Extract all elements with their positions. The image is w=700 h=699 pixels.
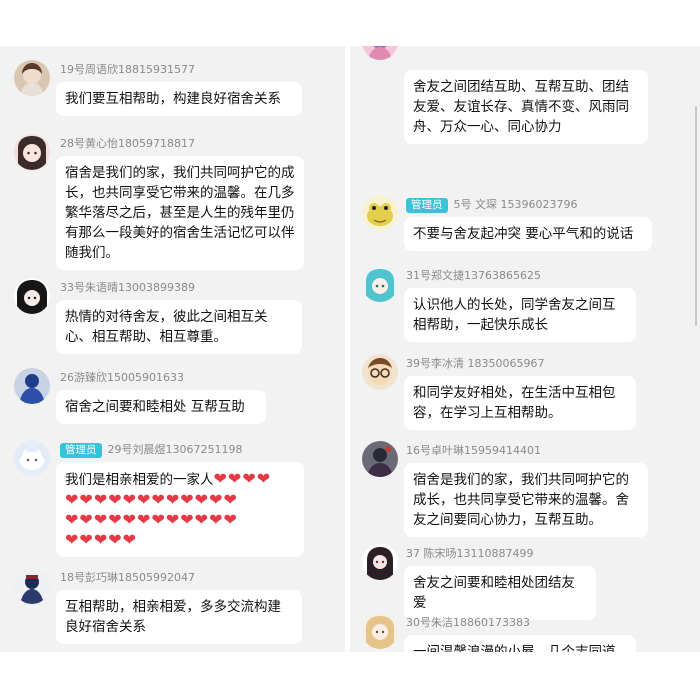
message-text: 和同学友好相处，在生活中互相包容，在学习上互相帮助。 <box>413 385 616 421</box>
message-meta: 18号彭巧琳18505992047 <box>60 570 195 586</box>
message-meta: 37 陈宋旸13110887499 <box>406 546 533 562</box>
message-bubble: 一间温馨浪漫的小屋，几个志同道合的人，组成了我们求学生活中珍贵的回忆 <box>404 635 636 652</box>
message-bubble: 宿舍之间要和睦相处 互帮互助 <box>56 390 266 424</box>
message-meta: 16号卓叶琳15959414401 <box>406 443 541 459</box>
message-text: 一间温馨浪漫的小屋，几个志同道合的人，组成了我们求学生活中珍贵的回忆 <box>413 644 616 652</box>
message-bubble: 舍友之间团结互助、互帮互助、团结友爱、友谊长存、真情不变、风雨同舟、万众一心、同… <box>404 70 648 144</box>
gothic-girl-avatar[interactable] <box>362 544 398 580</box>
message-bubble: 不要与舍友起冲突 要心平气和的说话 <box>404 217 652 251</box>
dark-hair-avatar[interactable] <box>14 278 50 314</box>
message-meta: 管理员 5号 文琛 15396023796 <box>406 197 577 213</box>
sender-name: 39号李冰清 18350065967 <box>406 357 545 370</box>
white-cat-avatar[interactable] <box>14 440 50 476</box>
message-text: 宿舍是我们的家，我们共同呵护它的成长，也共同享受它带来的温馨。在几多繁华落尽之后… <box>65 165 295 261</box>
message-bubble: 我们是相亲相爱的一家人❤❤❤❤ ❤❤❤❤❤❤❤❤❤❤❤❤ ❤❤❤❤❤❤❤❤❤❤❤… <box>56 462 304 557</box>
sender-name: 30号朱洁18860173383 <box>406 616 530 629</box>
message-meta: 19号周语欣18815931577 <box>60 62 195 78</box>
message-bubble: 舍友之间要和睦相处团结友爱 <box>404 566 596 620</box>
pink-avatar[interactable] <box>362 46 398 60</box>
sender-name: 19号周语欣18815931577 <box>60 63 195 76</box>
blue-figure-avatar[interactable] <box>14 368 50 404</box>
message-bubble: 我们要互相帮助，构建良好宿舍关系 <box>56 82 302 116</box>
right-chat-panel[interactable]: 舍友之间团结互助、互帮互助、团结友爱、友谊长存、真情不变、风雨同舟、万众一心、同… <box>350 46 700 652</box>
dark-photo-avatar[interactable] <box>362 441 398 477</box>
message-meta: 28号黄心怡18059718817 <box>60 136 195 152</box>
message-meta: 33号朱语晴13003899389 <box>60 280 195 296</box>
message-meta: 26游臻欣15005901633 <box>60 370 184 386</box>
chat-message: 39号李冰清 18350065967 和同学友好相处，在生活中互相包容，在学习上… <box>350 354 700 444</box>
chat-message: 18号彭巧琳18505992047 互相帮助，相亲相爱，多多交流构建良好宿舍关系 <box>0 568 345 652</box>
message-bubble: 宿舍是我们的家，我们共同呵护它的成长，也共同享受它带来的温馨。在几多繁华落尽之后… <box>56 156 304 270</box>
message-text: 我们要互相帮助，构建良好宿舍关系 <box>65 91 281 107</box>
message-text: 不要与舍友起冲突 要心平气和的说话 <box>413 226 634 242</box>
message-meta: 39号李冰清 18350065967 <box>406 356 544 372</box>
message-text: 认识他人的长处，同学舍友之间互相帮助，一起快乐成长 <box>413 297 616 333</box>
sender-name: 37 陈宋旸13110887499 <box>406 547 534 560</box>
message-bubble: 宿舍是我们的家，我们共同呵护它的成长，也共同享受它带来的温馨。舍友之间要同心协力… <box>404 463 648 537</box>
message-meta: 管理员 29号刘晨煜13067251198 <box>60 442 242 458</box>
chat-message: 37 陈宋旸13110887499 舍友之间要和睦相处团结友爱 <box>350 544 700 620</box>
message-text: 宿舍之间要和睦相处 互帮互助 <box>65 399 245 415</box>
heart-emojis: ❤❤❤❤❤ <box>65 530 138 549</box>
message-text: 互相帮助，相亲相爱，多多交流构建良好宿舍关系 <box>65 599 281 635</box>
chat-message: 16号卓叶琳15959414401 宿舍是我们的家，我们共同呵护它的成长，也共同… <box>350 441 700 551</box>
sender-name: 33号朱语晴13003899389 <box>60 281 195 294</box>
admin-badge: 管理员 <box>406 197 448 213</box>
heart-emojis: ❤❤❤❤❤❤❤❤❤❤❤❤ <box>65 510 238 529</box>
message-text: 舍友之间要和睦相处团结友爱 <box>413 575 575 611</box>
yellow-frog-avatar[interactable] <box>362 195 398 231</box>
sender-name: 26游臻欣15005901633 <box>60 371 184 384</box>
anime-girl-avatar[interactable] <box>14 134 50 170</box>
girl-photo-avatar[interactable] <box>14 60 50 96</box>
chat-message: 26游臻欣15005901633 宿舍之间要和睦相处 互帮互助 <box>0 368 345 438</box>
chat-message: 舍友之间团结互助、互帮互助、团结友爱、友谊长存、真情不变、风雨同舟、万众一心、同… <box>350 46 700 144</box>
message-text: 宿舍是我们的家，我们共同呵护它的成长，也共同享受它带来的温馨。舍友之间要同心协力… <box>413 472 629 528</box>
message-text: 热情的对待舍友，彼此之间相互关心、相互帮助、相互尊重。 <box>65 309 268 345</box>
sender-name: 31号郑文捷13763865625 <box>406 269 541 282</box>
message-meta: 31号郑文捷13763865625 <box>406 268 541 284</box>
sender-name: 18号彭巧琳18505992047 <box>60 571 195 584</box>
chat-message: 19号周语欣18815931577 我们要互相帮助，构建良好宿舍关系 <box>0 60 345 140</box>
message-bubble: 热情的对待舍友，彼此之间相互关心、相互帮助、相互尊重。 <box>56 300 302 354</box>
sender-name: 28号黄心怡18059718817 <box>60 137 195 150</box>
scrollbar[interactable] <box>695 106 697 326</box>
heart-emojis: ❤❤❤❤❤❤❤❤❤❤❤❤ <box>65 490 238 509</box>
chat-message: 31号郑文捷13763865625 认识他人的长处，同学舍友之间互相帮助，一起快… <box>350 266 700 356</box>
glasses-avatar[interactable] <box>362 354 398 390</box>
chat-message: 管理员 5号 文琛 15396023796 不要与舍友起冲突 要心平气和的说话 <box>350 195 700 265</box>
teal-hair-avatar[interactable] <box>362 266 398 302</box>
message-meta: 30号朱洁18860173383 <box>406 615 530 631</box>
message-bubble: 互相帮助，相亲相爱，多多交流构建良好宿舍关系 <box>56 590 302 644</box>
sender-name: 5号 文琛 15396023796 <box>453 198 578 211</box>
chat-message: 30号朱洁18860173383 一间温馨浪漫的小屋，几个志同道合的人，组成了我… <box>350 613 700 652</box>
sender-name: 29号刘晨煜13067251198 <box>107 443 243 456</box>
message-bubble: 认识他人的长处，同学舍友之间互相帮助，一起快乐成长 <box>404 288 636 342</box>
left-chat-panel[interactable]: 19号周语欣18815931577 我们要互相帮助，构建良好宿舍关系 28号黄心… <box>0 46 345 652</box>
admin-badge: 管理员 <box>60 442 102 458</box>
character-avatar[interactable] <box>14 568 50 604</box>
chat-message: 管理员 29号刘晨煜13067251198 我们是相亲相爱的一家人❤❤❤❤ ❤❤… <box>0 440 345 580</box>
message-bubble: 和同学友好相处，在生活中互相包容，在学习上互相帮助。 <box>404 376 636 430</box>
heart-emojis: ❤❤❤❤ <box>213 469 272 488</box>
message-text: 舍友之间团结互助、互帮互助、团结友爱、友谊长存、真情不变、风雨同舟、万众一心、同… <box>413 79 629 135</box>
chat-message: 33号朱语晴13003899389 热情的对待舍友，彼此之间相互关心、相互帮助、… <box>0 278 345 378</box>
message-text: 我们是相亲相爱的一家人 <box>65 472 214 488</box>
blonde-girl-avatar[interactable] <box>362 613 398 649</box>
sender-name: 16号卓叶琳15959414401 <box>406 444 541 457</box>
